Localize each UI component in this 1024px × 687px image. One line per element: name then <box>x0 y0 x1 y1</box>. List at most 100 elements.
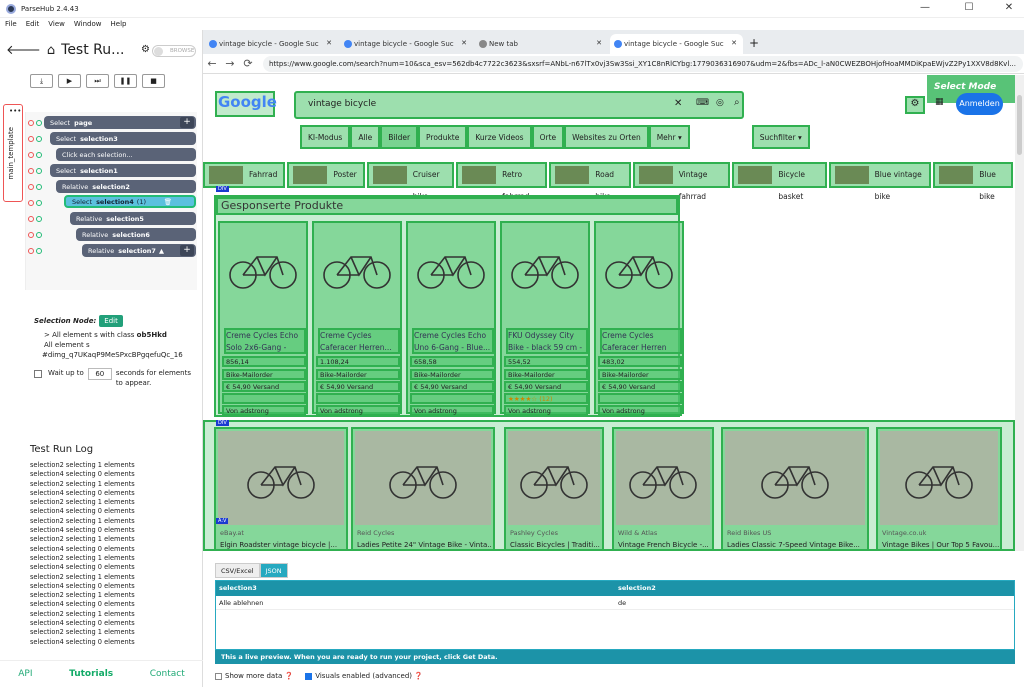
product-card[interactable]: Creme Cycles Echo Solo 2x6-Gang - Lig...… <box>218 221 308 416</box>
image-result[interactable]: Pashley Cycles Classic Bicycles | Traditi… <box>504 427 604 551</box>
apps-grid-icon[interactable]: ▦ <box>935 97 944 107</box>
image-result[interactable]: Wild & Atlas Vintage French Bicycle -... <box>612 427 714 551</box>
contact-link[interactable]: Contact <box>150 669 185 679</box>
image-result[interactable]: Reid Cycles Ladies Petite 24" Vintage Bik… <box>351 427 495 551</box>
node-toggles[interactable] <box>28 152 42 158</box>
result-title[interactable]: Ladies Classic 7-Speed Vintage Bike... <box>727 541 865 549</box>
more-dots-icon[interactable]: ••• <box>9 107 21 115</box>
tab-close-icon[interactable]: ✕ <box>461 39 467 47</box>
product-title[interactable]: Creme Cycles Echo Solo 2x6-Gang - Lig... <box>224 328 306 354</box>
result-title[interactable]: Elgin Roadster vintage bicycle |... <box>220 541 345 549</box>
tab-close-icon[interactable]: ✕ <box>596 39 602 47</box>
show-more-data-option[interactable]: Show more data ❓ <box>215 672 293 680</box>
chip[interactable]: Vintage fahrrad <box>632 162 731 201</box>
forward-button[interactable]: → <box>221 57 239 70</box>
download-button[interactable]: ⤓ <box>30 74 53 88</box>
chip[interactable]: Blue vintage bike <box>828 162 932 201</box>
search-query[interactable]: vintage bicycle <box>308 99 376 109</box>
menu-help[interactable]: Help <box>111 20 127 28</box>
tab-close-icon[interactable]: ✕ <box>731 39 737 47</box>
lens-icon[interactable]: ◎ <box>716 98 724 108</box>
nav-images[interactable]: Bilder <box>380 125 419 149</box>
search-icon[interactable]: ⌕ <box>734 97 740 108</box>
chip[interactable]: Poster <box>287 162 365 188</box>
chip[interactable]: Cruiser bike <box>366 162 455 201</box>
tree-node-click-each[interactable]: Click each selection... <box>56 148 196 161</box>
nav-websites-places[interactable]: Websites zu Orten <box>564 125 649 149</box>
show-more-checkbox[interactable] <box>215 672 222 680</box>
menu-file[interactable]: File <box>5 20 17 28</box>
nav-more[interactable]: Mehr ▾ <box>648 125 690 149</box>
product-card[interactable]: Creme Cycles Echo Uno 6-Gang - Blue... 65… <box>406 221 496 416</box>
minimize-button[interactable]: — <box>910 0 940 18</box>
add-command-icon[interactable]: + <box>180 117 194 128</box>
home-icon[interactable]: ⌂ <box>47 43 55 58</box>
search-box[interactable]: vintage bicycle ✕ ⌨ ◎ ⌕ <box>294 91 744 119</box>
trash-icon[interactable]: 🗑 <box>164 198 172 206</box>
browser-tab-active[interactable]: vintage bicycle - Google Suc ✕ <box>610 34 743 54</box>
edit-button[interactable]: Edit <box>99 315 123 327</box>
settings-gear-icon[interactable]: ⚙ <box>905 96 925 114</box>
visuals-checkbox[interactable] <box>305 672 313 680</box>
visuals-enabled-option[interactable]: Visuals enabled (advanced) ❓ <box>305 672 423 680</box>
node-toggles[interactable] <box>28 120 42 126</box>
clear-icon[interactable]: ✕ <box>674 98 682 109</box>
nav-all[interactable]: Alle <box>350 125 381 149</box>
product-title[interactable]: FKU Odyssey City Bike - black 59 cm - L.… <box>506 328 588 354</box>
viewport-scrollbar[interactable] <box>1015 75 1024 551</box>
product-card[interactable]: Creme Cycles Caferacer Herren... 1.108,24… <box>312 221 402 416</box>
reload-button[interactable]: ⟳ <box>239 57 257 70</box>
back-button[interactable]: ← <box>203 57 221 70</box>
tree-node-selection4[interactable]: Select selection4 (1) 🗑 <box>64 195 196 208</box>
pause-button[interactable]: ❚❚ <box>114 74 137 88</box>
nav-products[interactable]: Produkte <box>418 125 468 149</box>
settings-gear-icon[interactable]: ⚙ <box>141 44 150 55</box>
tree-node-selection2[interactable]: Relative selection2 <box>56 180 196 193</box>
browser-tab[interactable]: vintage bicycle - Google Suc ✕ <box>205 34 338 54</box>
url-field[interactable]: https://www.google.com/search?num=10&sca… <box>263 55 1023 72</box>
image-result[interactable]: Reid Bikes US Ladies Classic 7-Speed Vint… <box>721 427 869 551</box>
browse-toggle[interactable]: BROWSE <box>152 45 196 57</box>
google-logo[interactable]: Google <box>218 93 277 111</box>
node-toggles[interactable] <box>28 200 42 206</box>
nav-ai-mode[interactable]: KI-Modus <box>300 125 351 149</box>
tab-close-icon[interactable]: ✕ <box>326 39 332 47</box>
result-title[interactable]: Ladies Petite 24" Vintage Bike - Vinta..… <box>357 541 491 549</box>
skip-button[interactable]: ⏭ <box>86 74 109 88</box>
scroll-thumb[interactable] <box>1017 95 1022 155</box>
result-title[interactable]: Classic Bicycles | Traditi... <box>510 541 602 549</box>
image-result[interactable]: eBay.at Elgin Roadster vintage bicycle |.… <box>214 427 348 551</box>
product-title[interactable]: Creme Cycles Caferacer Herren... <box>318 328 400 354</box>
browser-tab[interactable]: New tab ✕ <box>475 34 608 54</box>
nav-search-filter[interactable]: Suchfilter ▾ <box>751 125 810 149</box>
stop-button[interactable]: ■ <box>142 74 165 88</box>
back-arrow-icon[interactable]: 🡐 <box>6 42 41 58</box>
wait-checkbox[interactable] <box>34 370 42 378</box>
maximize-button[interactable]: ☐ <box>954 0 984 18</box>
play-button[interactable]: ▶ <box>58 74 81 88</box>
nav-places[interactable]: Orte <box>531 125 565 149</box>
image-result[interactable]: Vintage.co.uk Vintage Bikes | Our Top 5 F… <box>876 427 1002 551</box>
wait-seconds-input[interactable]: 60 <box>87 368 112 380</box>
node-toggles[interactable] <box>28 232 42 238</box>
tutorials-link[interactable]: Tutorials <box>69 669 113 679</box>
chip[interactable]: Retro fahrrad <box>456 162 548 201</box>
node-toggles[interactable] <box>28 168 42 174</box>
menu-edit[interactable]: Edit <box>26 20 40 28</box>
tree-node-page[interactable]: Select page + <box>44 116 196 129</box>
chip[interactable]: Bicycle basket <box>732 162 827 201</box>
template-tab[interactable]: ••• main_template <box>3 104 23 202</box>
browser-tab[interactable]: vintage bicycle - Google Suc ✕ <box>340 34 473 54</box>
product-card[interactable]: FKU Odyssey City Bike - black 59 cm - L.… <box>500 221 590 416</box>
chip[interactable]: Road bike <box>549 162 631 201</box>
chip[interactable]: Fahrrad <box>203 162 286 188</box>
nav-short-videos[interactable]: Kurze Videos <box>467 125 532 149</box>
tree-node-selection6[interactable]: Relative selection6 <box>76 228 196 241</box>
tree-node-selection3[interactable]: Select selection3 <box>50 132 196 145</box>
chip[interactable]: Blue bike <box>933 162 1013 201</box>
tree-node-selection1[interactable]: Select selection1 <box>50 164 196 177</box>
tab-csv-excel[interactable]: CSV/Excel <box>215 563 260 578</box>
product-card[interactable]: Creme Cycles Caferacer Herren Un... 483,0… <box>594 221 684 416</box>
product-title[interactable]: Creme Cycles Caferacer Herren Un... <box>600 328 682 354</box>
keyboard-icon[interactable]: ⌨ <box>696 98 709 108</box>
